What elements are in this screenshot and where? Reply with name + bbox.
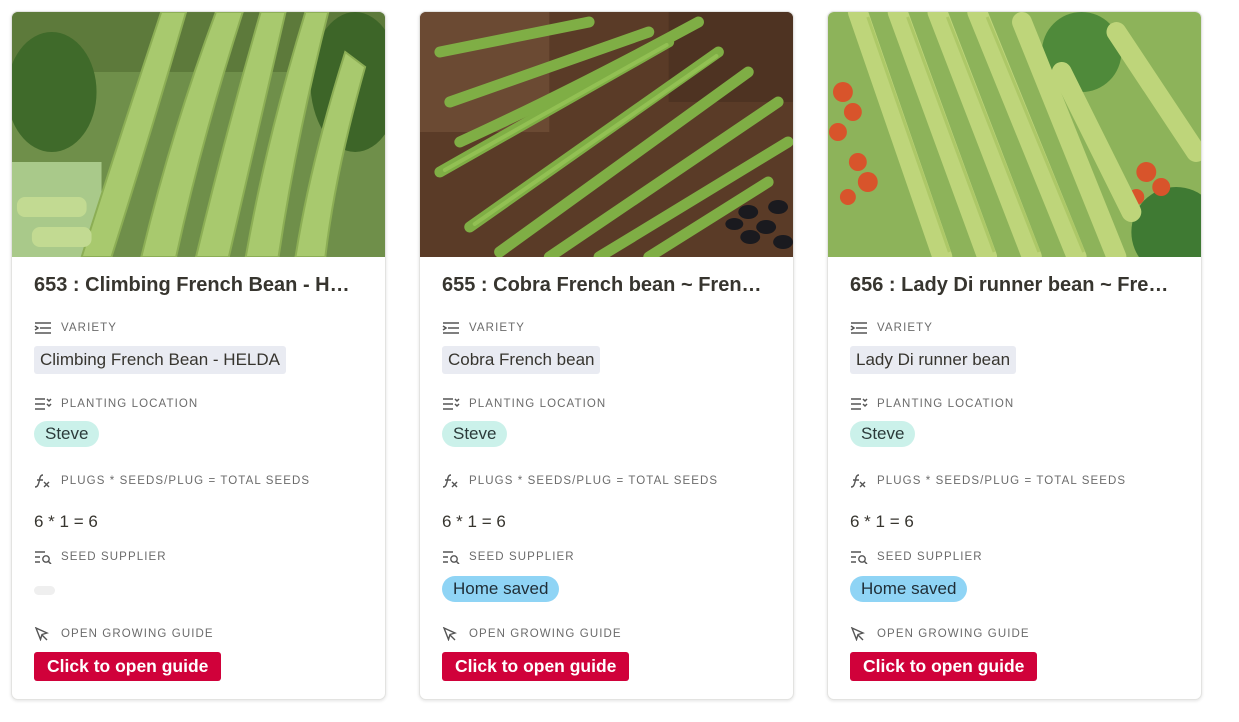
seed-supplier-icon	[34, 549, 54, 565]
card-title[interactable]: 655 : Cobra French bean ~ Fren…	[442, 274, 774, 297]
formula-icon	[442, 473, 462, 489]
formula-label: PLUGS * SEEDS/PLUG = TOTAL SEEDS	[442, 473, 718, 489]
location-tag: Steve	[34, 421, 100, 447]
seed-supplier-label: SEED SUPPLIER	[442, 549, 575, 565]
variety-icon	[442, 320, 462, 336]
cover-image-climbing-french-bean	[12, 12, 385, 257]
cursor-icon	[850, 626, 870, 642]
variety-label: VARIETY	[34, 320, 117, 336]
variety-tag: Cobra French bean	[442, 346, 601, 374]
planting-location-label: PLANTING LOCATION	[34, 396, 198, 412]
location-tag: Steve	[442, 421, 508, 447]
variety-label: VARIETY	[850, 320, 933, 336]
variety-icon	[850, 320, 870, 336]
cursor-icon	[442, 626, 462, 642]
variety-icon	[34, 320, 54, 336]
seed-supplier-label: SEED SUPPLIER	[34, 549, 167, 565]
growing-guide-label: OPEN GROWING GUIDE	[850, 626, 1030, 642]
growing-guide-label: OPEN GROWING GUIDE	[34, 626, 214, 642]
location-tag: Steve	[850, 421, 916, 447]
gallery-card-656[interactable]: 656 : Lady Di runner bean ~ Fre… VARIETY…	[827, 11, 1202, 700]
open-guide-button[interactable]: Click to open guide	[850, 652, 1038, 681]
planting-location-icon	[442, 396, 462, 412]
gallery-card-653[interactable]: 653 : Climbing French Bean - H… VARIETY …	[11, 11, 386, 700]
seed-supplier-icon	[442, 549, 462, 565]
planting-location-label: PLANTING LOCATION	[850, 396, 1014, 412]
cover-image-lady-di-runner-bean	[828, 12, 1201, 257]
cursor-icon	[34, 626, 54, 642]
open-guide-button[interactable]: Click to open guide	[442, 652, 630, 681]
formula-icon	[34, 473, 54, 489]
planting-location-icon	[34, 396, 54, 412]
formula-value: 6 * 1 = 6	[34, 512, 98, 531]
formula-icon	[850, 473, 870, 489]
card-title[interactable]: 653 : Climbing French Bean - H…	[34, 274, 366, 297]
growing-guide-label: OPEN GROWING GUIDE	[442, 626, 622, 642]
gallery-card-655[interactable]: 655 : Cobra French bean ~ Fren… VARIETY …	[419, 11, 794, 700]
supplier-empty	[34, 586, 55, 595]
planting-location-icon	[850, 396, 870, 412]
formula-label: PLUGS * SEEDS/PLUG = TOTAL SEEDS	[850, 473, 1126, 489]
open-guide-button[interactable]: Click to open guide	[34, 652, 222, 681]
seed-supplier-label: SEED SUPPLIER	[850, 549, 983, 565]
formula-value: 6 * 1 = 6	[442, 512, 506, 531]
card-title[interactable]: 656 : Lady Di runner bean ~ Fre…	[850, 274, 1182, 297]
formula-label: PLUGS * SEEDS/PLUG = TOTAL SEEDS	[34, 473, 310, 489]
seed-supplier-icon	[850, 549, 870, 565]
planting-location-label: PLANTING LOCATION	[442, 396, 606, 412]
supplier-tag: Home saved	[850, 576, 968, 602]
variety-tag: Lady Di runner bean	[850, 346, 1017, 374]
variety-label: VARIETY	[442, 320, 525, 336]
supplier-tag: Home saved	[442, 576, 560, 602]
cover-image-cobra-french-bean	[420, 12, 793, 257]
formula-value: 6 * 1 = 6	[850, 512, 914, 531]
variety-tag: Climbing French Bean - HELDA	[34, 346, 286, 374]
